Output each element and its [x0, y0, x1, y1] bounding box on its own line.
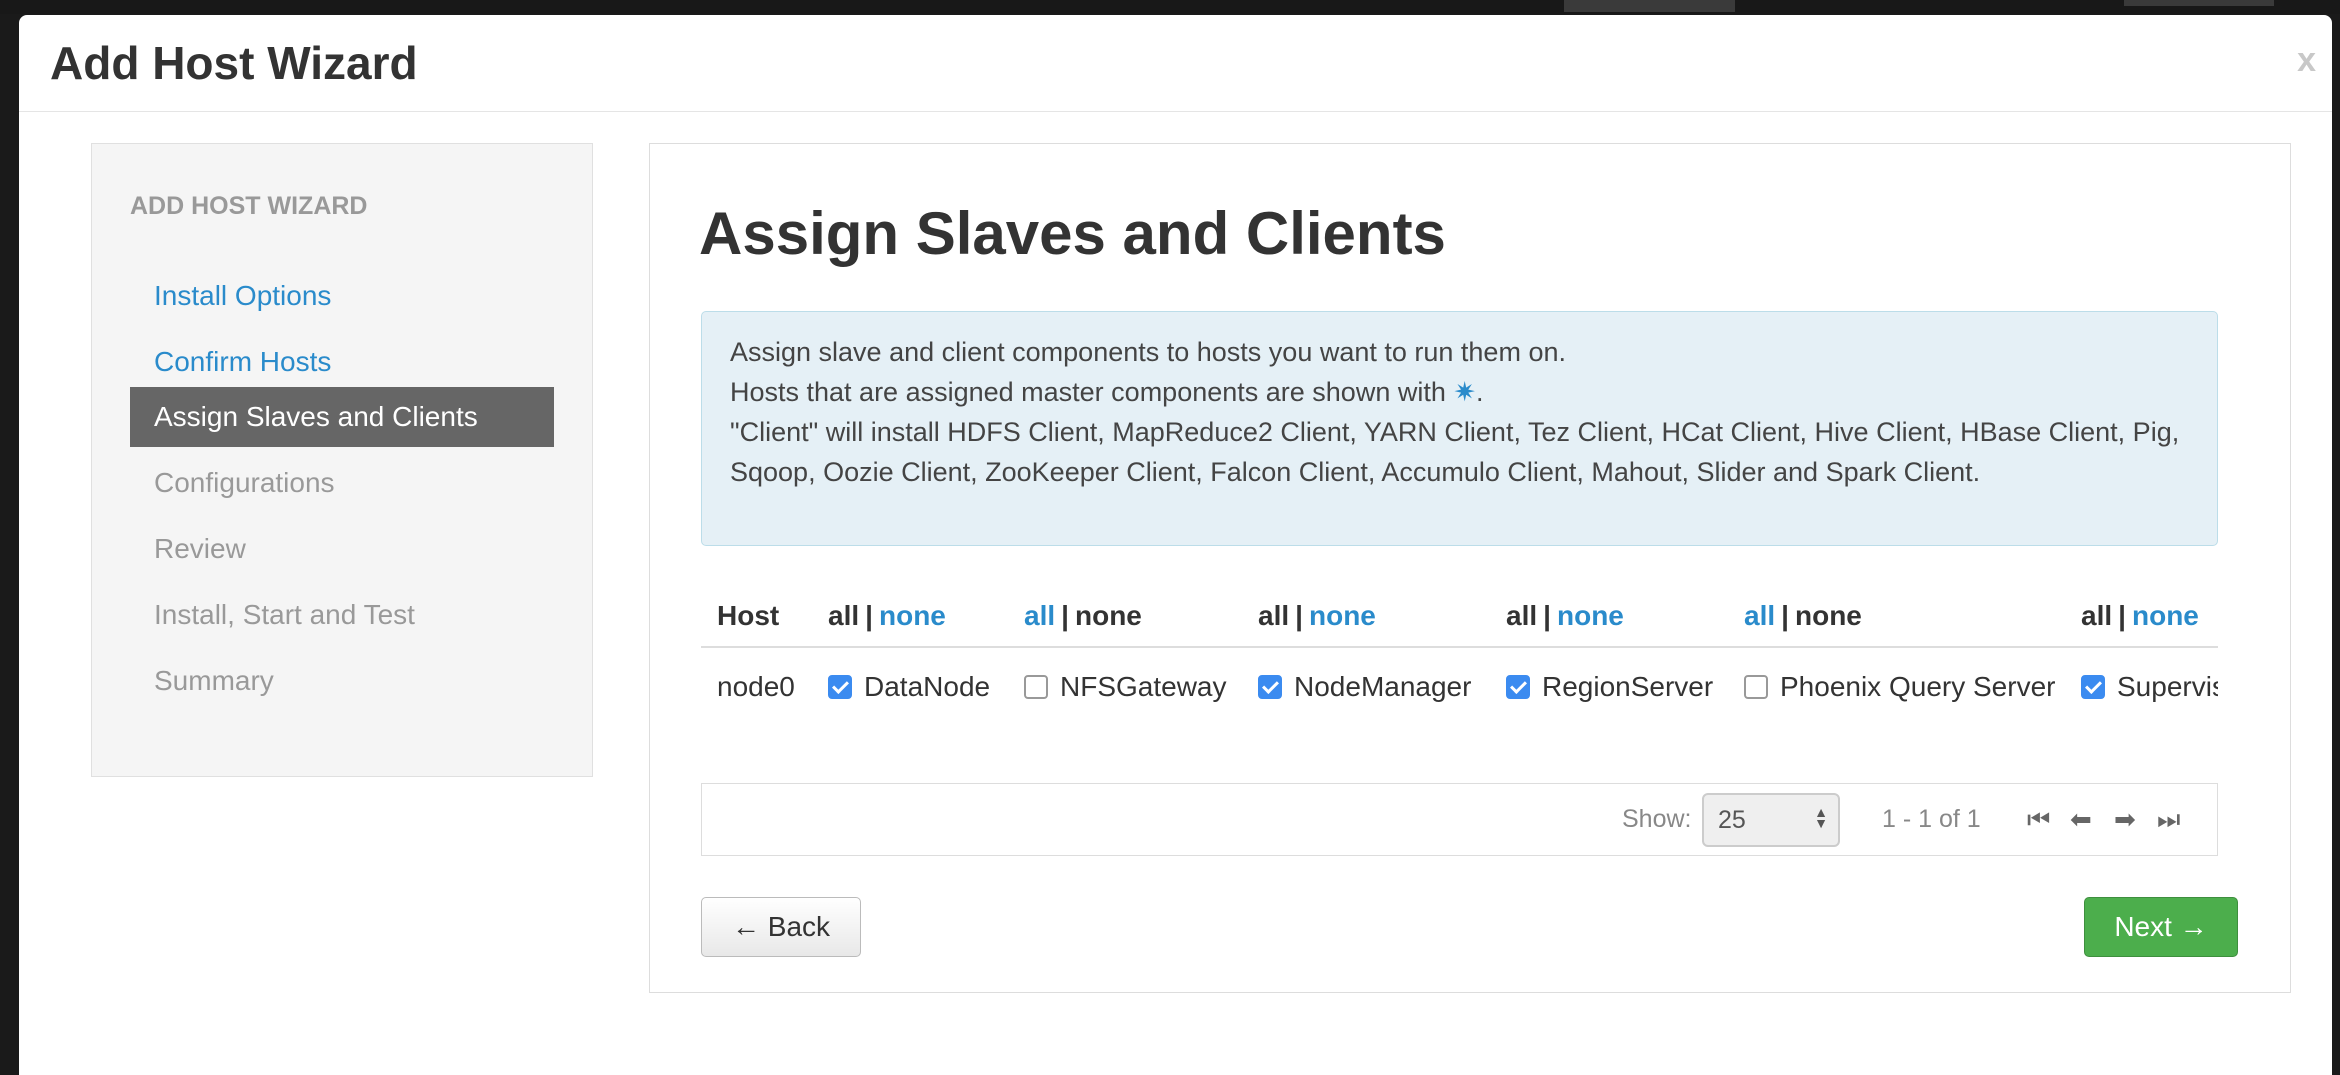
component-label: RegionServer	[1542, 671, 1714, 702]
close-icon[interactable]: x	[2297, 41, 2316, 80]
separator: |	[2118, 600, 2126, 631]
select-all-link[interactable]: all	[1258, 600, 1289, 631]
add-host-wizard-modal: Add Host Wizard x ADD HOST WIZARD Instal…	[19, 15, 2332, 1075]
checkbox-checked[interactable]	[1258, 675, 1282, 699]
datanode-checkbox[interactable]: DataNode	[828, 650, 990, 724]
datanode-column-header: all | none	[828, 584, 946, 648]
alert-line: "Client" will install HDFS Client, MapRe…	[730, 417, 2180, 487]
nodemanager-column-header: all | none	[1258, 584, 1376, 648]
select-arrows-icon: ▲ ▼	[1814, 804, 1828, 831]
assignment-grid: Host all | none all | none all | none all | none…	[701, 584, 2218, 734]
main-content-panel: Assign Slaves and Clients Assign slave a…	[649, 143, 2291, 993]
component-label: NFSGateway	[1060, 671, 1227, 702]
modal-header: Add Host Wizard x	[19, 15, 2332, 112]
page-size-select[interactable]: 25 ▲ ▼	[1702, 793, 1840, 847]
info-alert: Assign slave and client components to ho…	[701, 311, 2218, 546]
alert-line: Hosts that are assigned master component…	[730, 372, 2189, 412]
sidebar-item-confirm-hosts[interactable]: Confirm Hosts	[130, 332, 554, 392]
sidebar-header: ADD HOST WIZARD	[130, 192, 368, 220]
supervisor-column-header: all | none	[2081, 584, 2199, 648]
browser-top-bar	[0, 0, 2340, 14]
component-label: Phoenix Query Server	[1780, 671, 2056, 702]
separator: |	[1295, 600, 1303, 631]
supervisor-checkbox[interactable]: Supervisor	[2081, 650, 2218, 724]
checkbox-unchecked[interactable]	[1744, 675, 1768, 699]
alert-text: .	[1476, 377, 1484, 407]
separator: |	[1781, 600, 1789, 631]
phoenix-column-header: all | none	[1744, 584, 1862, 648]
sidebar-item-install-options[interactable]: Install Options	[130, 266, 554, 326]
select-none-link[interactable]: none	[1557, 600, 1624, 631]
select-all-link[interactable]: all	[828, 600, 859, 631]
page-size-value: 25	[1718, 806, 1746, 834]
regionserver-column-header: all | none	[1506, 584, 1624, 648]
sidebar-item-assign-slaves-and-clients[interactable]: Assign Slaves and Clients	[130, 387, 554, 447]
host-name: node0	[717, 671, 795, 702]
sidebar-item-install-start-and-test: Install, Start and Test	[154, 599, 415, 630]
nodemanager-checkbox[interactable]: NodeManager	[1258, 650, 1471, 724]
sidebar-item-summary: Summary	[154, 665, 274, 696]
separator: |	[1061, 600, 1069, 631]
component-label: DataNode	[864, 671, 991, 702]
select-none-link[interactable]: none	[1795, 600, 1862, 631]
select-all-link[interactable]: all	[1024, 600, 1055, 631]
back-button[interactable]: ← Back	[701, 897, 861, 957]
host-column-header: Host	[717, 600, 780, 631]
wizard-steps-sidebar: ADD HOST WIZARD Install Options Confirm …	[91, 143, 593, 777]
checkbox-checked[interactable]	[1506, 675, 1530, 699]
select-none-link[interactable]: none	[1309, 600, 1376, 631]
select-none-link[interactable]: none	[2132, 600, 2199, 631]
grid-header-row: Host all | none all | none all | none all | none…	[701, 584, 2218, 648]
checkbox-unchecked[interactable]	[1024, 675, 1048, 699]
next-page-icon[interactable]: ➡	[2114, 804, 2136, 835]
table-row: node0 DataNode NFSGateway NodeManager Re…	[701, 650, 2218, 724]
background-tab	[2124, 0, 2274, 6]
checkbox-checked[interactable]	[2081, 675, 2105, 699]
first-page-icon[interactable]: ⏮	[2027, 804, 2050, 836]
select-all-link[interactable]: all	[1744, 600, 1775, 631]
component-label: Supervisor	[2117, 671, 2218, 702]
pagination-bar: Show: 25 ▲ ▼ 1 - 1 of 1 ⏮ ⬅ ➡ ⏭	[701, 783, 2218, 856]
alert-line: Assign slave and client components to ho…	[730, 337, 1566, 367]
show-label: Show:	[1622, 805, 1692, 833]
select-none-link[interactable]: none	[1075, 600, 1142, 631]
component-label: NodeManager	[1294, 671, 1472, 702]
regionserver-checkbox[interactable]: RegionServer	[1506, 650, 1713, 724]
nfsgateway-column-header: all | none	[1024, 584, 1142, 648]
separator: |	[865, 600, 873, 631]
page-info: 1 - 1 of 1	[1882, 805, 1981, 833]
nfsgateway-checkbox[interactable]: NFSGateway	[1024, 650, 1227, 724]
separator: |	[1543, 600, 1551, 631]
select-none-link[interactable]: none	[879, 600, 946, 631]
background-tab	[1564, 0, 1735, 12]
select-all-link[interactable]: all	[1506, 600, 1537, 631]
checkbox-checked[interactable]	[828, 675, 852, 699]
page-title: Assign Slaves and Clients	[699, 200, 1446, 267]
phoenix-query-server-checkbox[interactable]: Phoenix Query Server	[1744, 650, 2055, 724]
modal-title: Add Host Wizard	[50, 37, 418, 89]
master-star-icon: ✷	[1453, 377, 1476, 407]
last-page-icon[interactable]: ⏭	[2157, 804, 2180, 836]
previous-page-icon[interactable]: ⬅	[2070, 804, 2092, 835]
select-all-link[interactable]: all	[2081, 600, 2112, 631]
next-button[interactable]: Next →	[2084, 897, 2238, 957]
sidebar-item-review: Review	[154, 533, 246, 564]
sidebar-item-configurations: Configurations	[154, 467, 335, 498]
alert-text: Hosts that are assigned master component…	[730, 377, 1446, 407]
